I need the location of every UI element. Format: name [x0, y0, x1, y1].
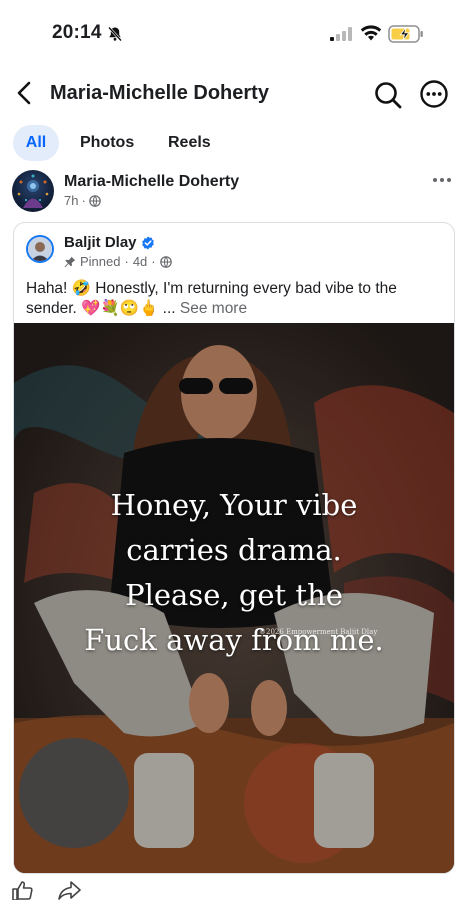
post-more-icon[interactable] — [430, 170, 454, 190]
quote-line: Honey, Your vibe — [110, 488, 358, 522]
tab-photos[interactable]: Photos — [80, 125, 134, 161]
quote-line: Fuck away from me. — [84, 623, 384, 657]
post-time[interactable]: 7h — [64, 193, 78, 208]
see-more-link[interactable]: See more — [180, 300, 247, 317]
profile-title: Maria-Michelle Doherty — [50, 82, 269, 104]
quote-line: Please, get the — [125, 578, 343, 612]
bell-muted-icon — [108, 26, 122, 42]
search-icon[interactable] — [372, 79, 404, 111]
shared-meta: Pinned · 4d · — [64, 254, 172, 269]
verified-badge-icon — [141, 236, 154, 249]
post-author-name[interactable]: Maria-Michelle Doherty — [64, 173, 239, 191]
meta-separator: · — [124, 254, 129, 269]
globe-icon — [159, 255, 172, 268]
share-icon[interactable] — [58, 880, 82, 900]
post-meta: 7h · — [64, 193, 101, 208]
image-quote: Honey, Your vibe carries drama. Please, … — [14, 483, 454, 663]
like-icon[interactable] — [10, 880, 34, 900]
pin-icon — [64, 256, 76, 267]
wifi-icon — [360, 25, 382, 41]
image-watermark: ©2026 Empowerment Baljit Dlay — [259, 628, 378, 636]
more-options-icon[interactable] — [418, 78, 450, 110]
author-avatar[interactable] — [12, 170, 54, 212]
back-arrow-icon[interactable] — [14, 80, 36, 106]
avatar-artwork — [17, 174, 49, 208]
shared-post-card[interactable]: Baljit Dlay Pinned · 4d · Haha! 🤣 Honest… — [13, 222, 455, 874]
shared-avatar-photo — [28, 237, 52, 261]
cellular-signal-icon — [330, 27, 352, 41]
shared-author-name[interactable]: Baljit Dlay — [64, 234, 137, 251]
pinned-label: Pinned — [80, 254, 121, 269]
tab-all[interactable]: All — [13, 125, 59, 161]
battery-charging-icon — [388, 25, 423, 43]
shared-author: Baljit Dlay — [64, 234, 155, 251]
shared-author-avatar[interactable] — [26, 235, 54, 263]
globe-icon — [89, 194, 101, 207]
quote-line: carries drama. — [126, 533, 342, 567]
status-time: 20:14 — [52, 22, 102, 43]
shared-post-text: Haha! 🤣 Honestly, I'm returning every ba… — [26, 279, 444, 319]
meta-separator: · — [81, 193, 86, 208]
meta-separator: · — [151, 254, 156, 269]
post-image[interactable]: Honey, Your vibe carries drama. Please, … — [14, 323, 454, 873]
shared-post-time[interactable]: 4d — [133, 254, 147, 269]
tab-reels[interactable]: Reels — [168, 125, 211, 161]
